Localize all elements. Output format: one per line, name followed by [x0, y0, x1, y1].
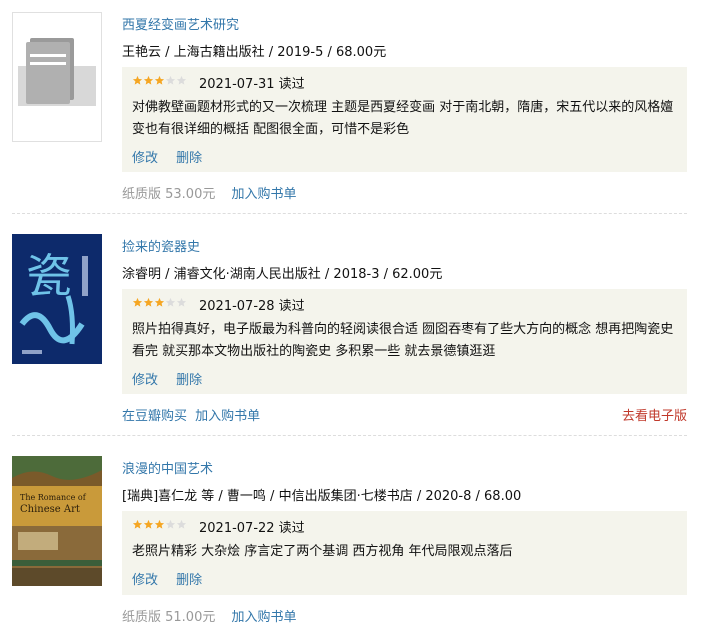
purchase-row: 纸质版 51.00元 加入购书单 — [122, 606, 311, 625]
romance-chinese-art-cover-image: The Romance of Chinese Art — [12, 456, 102, 586]
svg-text:Chinese Art: Chinese Art — [20, 504, 80, 515]
purchase-row: 在豆瓣购买 加入购书单 — [122, 405, 274, 424]
review-actions: 修改 删除 — [132, 369, 216, 388]
review-comment: 照片拍得真好，电子版最为科普向的轻阅读很合适 囫囵吞枣有了些大方向的概念 想再把… — [132, 322, 674, 359]
star-empty-icon — [176, 75, 187, 85]
read-date: 2021-07-22 读过 — [199, 521, 305, 536]
add-to-cart-link[interactable]: 加入购书单 — [232, 187, 297, 202]
delete-link[interactable]: 删除 — [176, 151, 202, 166]
star-filled-icon — [143, 297, 154, 307]
review-comment: 对佛教壁画题材形式的又一次梳理 主题是西夏经变画 对于南北朝，隋唐，宋五代以来的… — [132, 100, 674, 137]
book-title[interactable]: 西夏经变画艺术研究 — [122, 14, 239, 33]
review-box: 2021-07-28 读过 照片拍得真好，电子版最为科普向的轻阅读很合适 囫囵吞… — [122, 289, 687, 394]
paper-price: 纸质版 53.00元 — [122, 187, 216, 202]
star-empty-icon — [165, 297, 176, 307]
rating-stars — [132, 297, 187, 308]
review-box: 2021-07-31 读过 对佛教壁画题材形式的又一次梳理 主题是西夏经变画 对… — [122, 67, 687, 172]
read-date: 2021-07-28 读过 — [199, 299, 305, 314]
star-filled-icon — [143, 75, 154, 85]
edit-link[interactable]: 修改 — [132, 151, 158, 166]
star-filled-icon — [143, 519, 154, 529]
star-filled-icon — [154, 519, 165, 529]
book-pub-info: [瑞典]喜仁龙 等 / 曹一鸣 / 中信出版集团·七楼书店 / 2020-8 /… — [122, 489, 522, 504]
star-filled-icon — [132, 75, 143, 85]
book-title[interactable]: 浪漫的中国艺术 — [122, 458, 213, 477]
add-to-cart-link[interactable]: 加入购书单 — [232, 610, 297, 625]
book-pub-info: 涂睿明 / 浦睿文化·湖南人民出版社 / 2018-3 / 62.00元 — [122, 267, 443, 282]
review-comment: 老照片精彩 大杂烩 序言定了两个基调 西方视角 年代局限观点落后 — [132, 544, 513, 559]
star-filled-icon — [154, 75, 165, 85]
book-placeholder-icon — [12, 12, 102, 142]
delete-link[interactable]: 删除 — [176, 573, 202, 588]
book-item-2: 瓷 捡来的瓷器史 涂睿明 / 浦睿文化·湖南人民出版社 / 2018-3 / 6… — [0, 214, 701, 436]
svg-text:瓷: 瓷 — [26, 249, 72, 303]
review-actions: 修改 删除 — [132, 147, 216, 166]
porcelain-book-cover-image: 瓷 — [12, 234, 102, 364]
book-title[interactable]: 捡来的瓷器史 — [122, 236, 200, 255]
rating-stars — [132, 75, 187, 86]
review-actions: 修改 删除 — [132, 569, 216, 588]
buy-on-douban-link[interactable]: 在豆瓣购买 — [122, 409, 187, 424]
book-cover[interactable]: The Romance of Chinese Art — [12, 456, 102, 586]
read-date: 2021-07-31 读过 — [199, 77, 305, 92]
star-empty-icon — [176, 297, 187, 307]
star-empty-icon — [165, 75, 176, 85]
book-cover[interactable]: 瓷 — [12, 234, 102, 364]
book-pub-info: 王艳云 / 上海古籍出版社 / 2019-5 / 68.00元 — [122, 45, 387, 60]
star-filled-icon — [132, 297, 143, 307]
star-empty-icon — [165, 519, 176, 529]
review-box: 2021-07-22 读过 老照片精彩 大杂烩 序言定了两个基调 西方视角 年代… — [122, 511, 687, 595]
star-filled-icon — [132, 519, 143, 529]
paper-price: 纸质版 51.00元 — [122, 610, 216, 625]
svg-text:The Romance of: The Romance of — [20, 493, 87, 502]
star-empty-icon — [176, 519, 187, 529]
delete-link[interactable]: 删除 — [176, 373, 202, 388]
book-item-1: 西夏经变画艺术研究 王艳云 / 上海古籍出版社 / 2019-5 / 68.00… — [0, 0, 701, 214]
book-cover-placeholder[interactable] — [12, 12, 102, 142]
book-item-3: The Romance of Chinese Art 浪漫的中国艺术 [瑞典]喜… — [0, 436, 701, 632]
edit-link[interactable]: 修改 — [132, 573, 158, 588]
star-filled-icon — [154, 297, 165, 307]
edit-link[interactable]: 修改 — [132, 373, 158, 388]
ebook-link[interactable]: 去看电子版 — [622, 405, 687, 424]
rating-stars — [132, 519, 187, 530]
add-to-cart-link[interactable]: 加入购书单 — [195, 409, 260, 424]
purchase-row: 纸质版 53.00元 加入购书单 — [122, 183, 311, 202]
